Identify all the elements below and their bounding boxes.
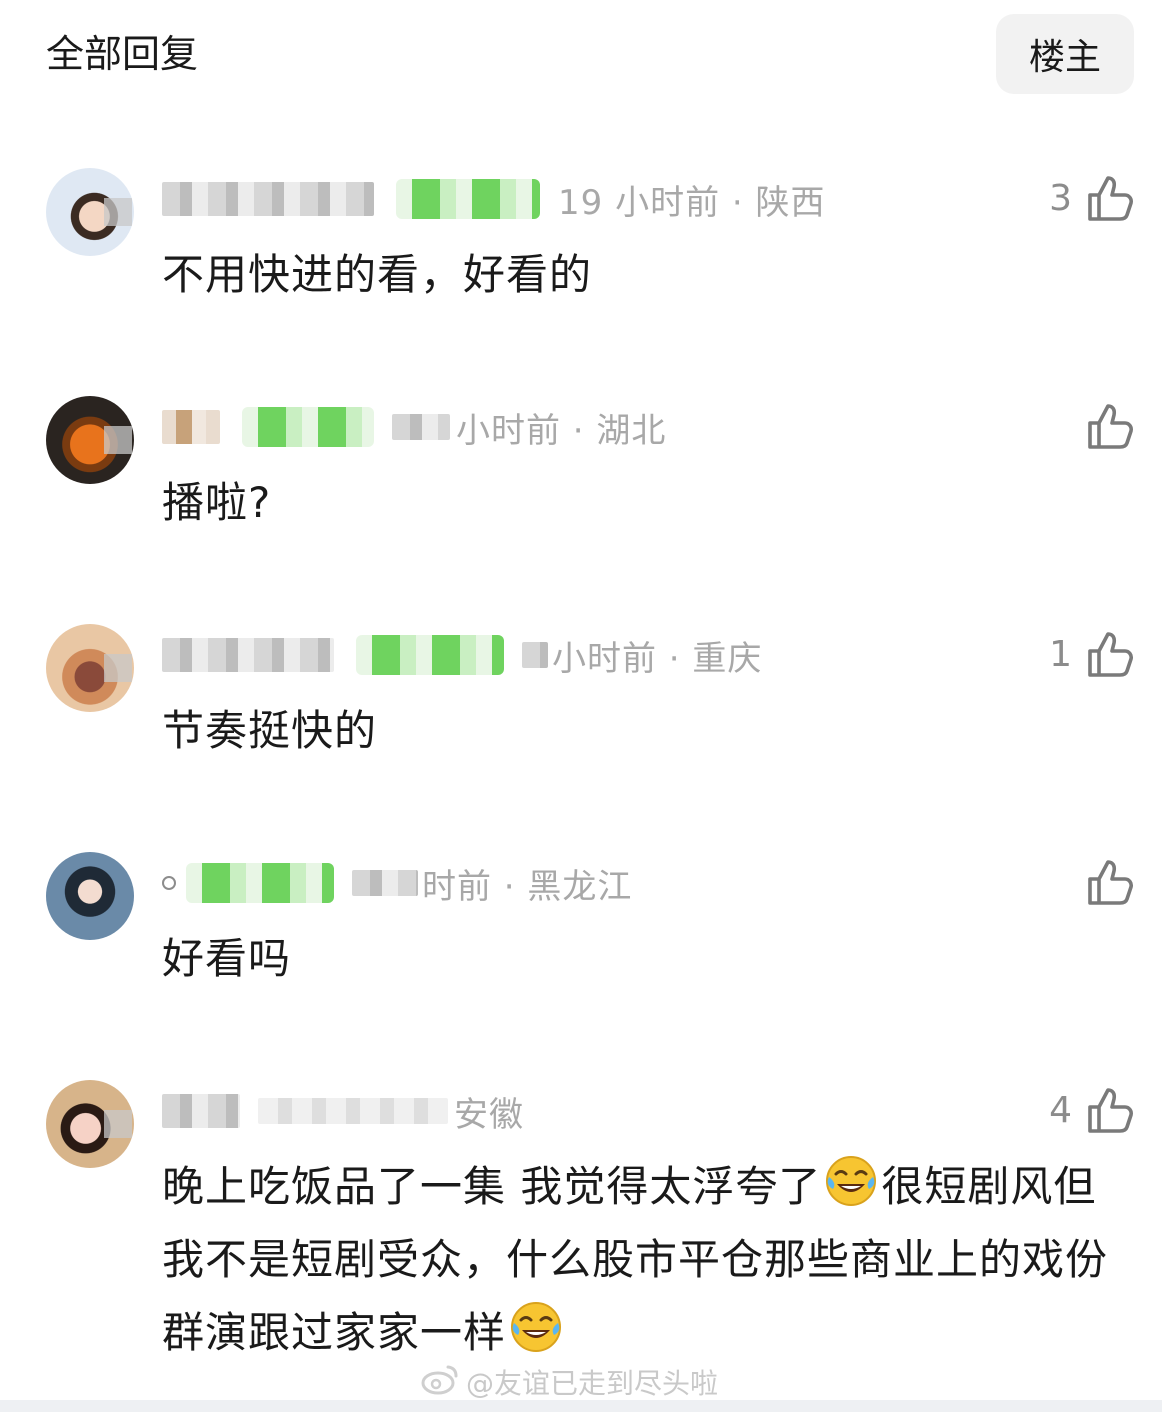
like-button[interactable]: 4	[1049, 1080, 1134, 1140]
comment-item: 安徽 4 晚上吃饭品了一集 我觉得太浮夸了 很短剧风但我不是短剧受众，什么股市平仓…	[0, 1080, 1162, 1370]
thumbs-up-icon	[1086, 629, 1134, 679]
avatar[interactable]	[46, 168, 134, 256]
like-count: 1	[1049, 633, 1072, 675]
comment-text: 晚上吃饭品了一集 我觉得太浮夸了 很短剧风但我不是短剧受众，什么股市平仓那些商业上…	[162, 1150, 1122, 1369]
avatar[interactable]	[46, 852, 134, 940]
user-badge-redacted	[186, 863, 334, 903]
comment-item: 小时前 · 湖北 播啦?	[0, 396, 1162, 546]
time-redacted	[352, 870, 418, 896]
comment-meta: 小时前 · 重庆	[162, 632, 763, 679]
comment-text: 节奏挺快的	[162, 706, 378, 755]
username-redacted[interactable]	[162, 876, 176, 890]
avatar-redaction	[104, 1110, 132, 1138]
thumbs-up-icon	[1086, 401, 1134, 451]
bottom-divider	[0, 1400, 1162, 1412]
comment-text-part: 晚上吃饭品了一集 我觉得太浮夸了	[162, 1162, 822, 1211]
comment-meta: 19 小时前 · 陕西	[162, 176, 826, 223]
op-only-filter-button[interactable]: 楼主	[996, 14, 1134, 94]
time-location: 小时前 · 重庆	[552, 638, 763, 679]
avatar[interactable]	[46, 396, 134, 484]
thumbs-up-icon	[1086, 857, 1134, 907]
like-button[interactable]: 3	[1049, 168, 1134, 228]
username-redacted[interactable]	[162, 1094, 240, 1128]
tears-of-joy-emoji-icon	[508, 1299, 564, 1355]
like-button[interactable]	[1072, 852, 1134, 912]
time-redacted	[522, 642, 548, 668]
username-redacted[interactable]	[162, 638, 334, 672]
avatar-redaction	[104, 426, 132, 454]
comment-meta: 时前 · 黑龙江	[162, 860, 633, 907]
like-count: 3	[1049, 177, 1072, 219]
time-location: 时前 · 黑龙江	[422, 866, 633, 907]
weibo-watermark: @友谊已走到尽头啦	[420, 1362, 718, 1402]
like-button[interactable]: 1	[1049, 624, 1134, 684]
page-title: 全部回复	[46, 32, 199, 76]
weibo-logo-icon	[420, 1363, 460, 1402]
user-badge-redacted	[242, 407, 374, 447]
time-location: 安徽	[454, 1094, 524, 1135]
like-count: 4	[1049, 1089, 1072, 1131]
avatar-redaction	[104, 198, 132, 226]
watermark-text: @友谊已走到尽头啦	[466, 1367, 719, 1400]
time-location: 19 小时前 · 陕西	[558, 182, 826, 223]
user-badge-redacted	[396, 179, 540, 219]
comment-item: 时前 · 黑龙江 好看吗	[0, 852, 1162, 1002]
replies-header: 全部回复 楼主	[0, 0, 1162, 110]
comment-meta: 安徽	[162, 1088, 524, 1135]
comment-item: 19 小时前 · 陕西 3 不用快进的看，好看的	[0, 168, 1162, 318]
comment-item: 小时前 · 重庆 1 节奏挺快的	[0, 624, 1162, 774]
avatar[interactable]	[46, 1080, 134, 1168]
comment-text: 好看吗	[162, 934, 292, 983]
avatar-redaction	[104, 654, 132, 682]
avatar[interactable]	[46, 624, 134, 712]
thumbs-up-icon	[1086, 1085, 1134, 1135]
time-location: 小时前 · 湖北	[456, 410, 667, 451]
like-button[interactable]	[1072, 396, 1134, 456]
time-redacted	[392, 414, 450, 440]
comment-text: 播啦?	[162, 478, 272, 527]
user-badge-redacted	[356, 635, 504, 675]
time-redacted	[258, 1098, 448, 1124]
username-redacted[interactable]	[162, 410, 220, 444]
comment-text: 不用快进的看，好看的	[162, 250, 593, 299]
username-redacted[interactable]	[162, 182, 374, 216]
thumbs-up-icon	[1086, 173, 1134, 223]
comment-meta: 小时前 · 湖北	[162, 404, 667, 451]
tears-of-joy-emoji-icon	[823, 1153, 879, 1209]
